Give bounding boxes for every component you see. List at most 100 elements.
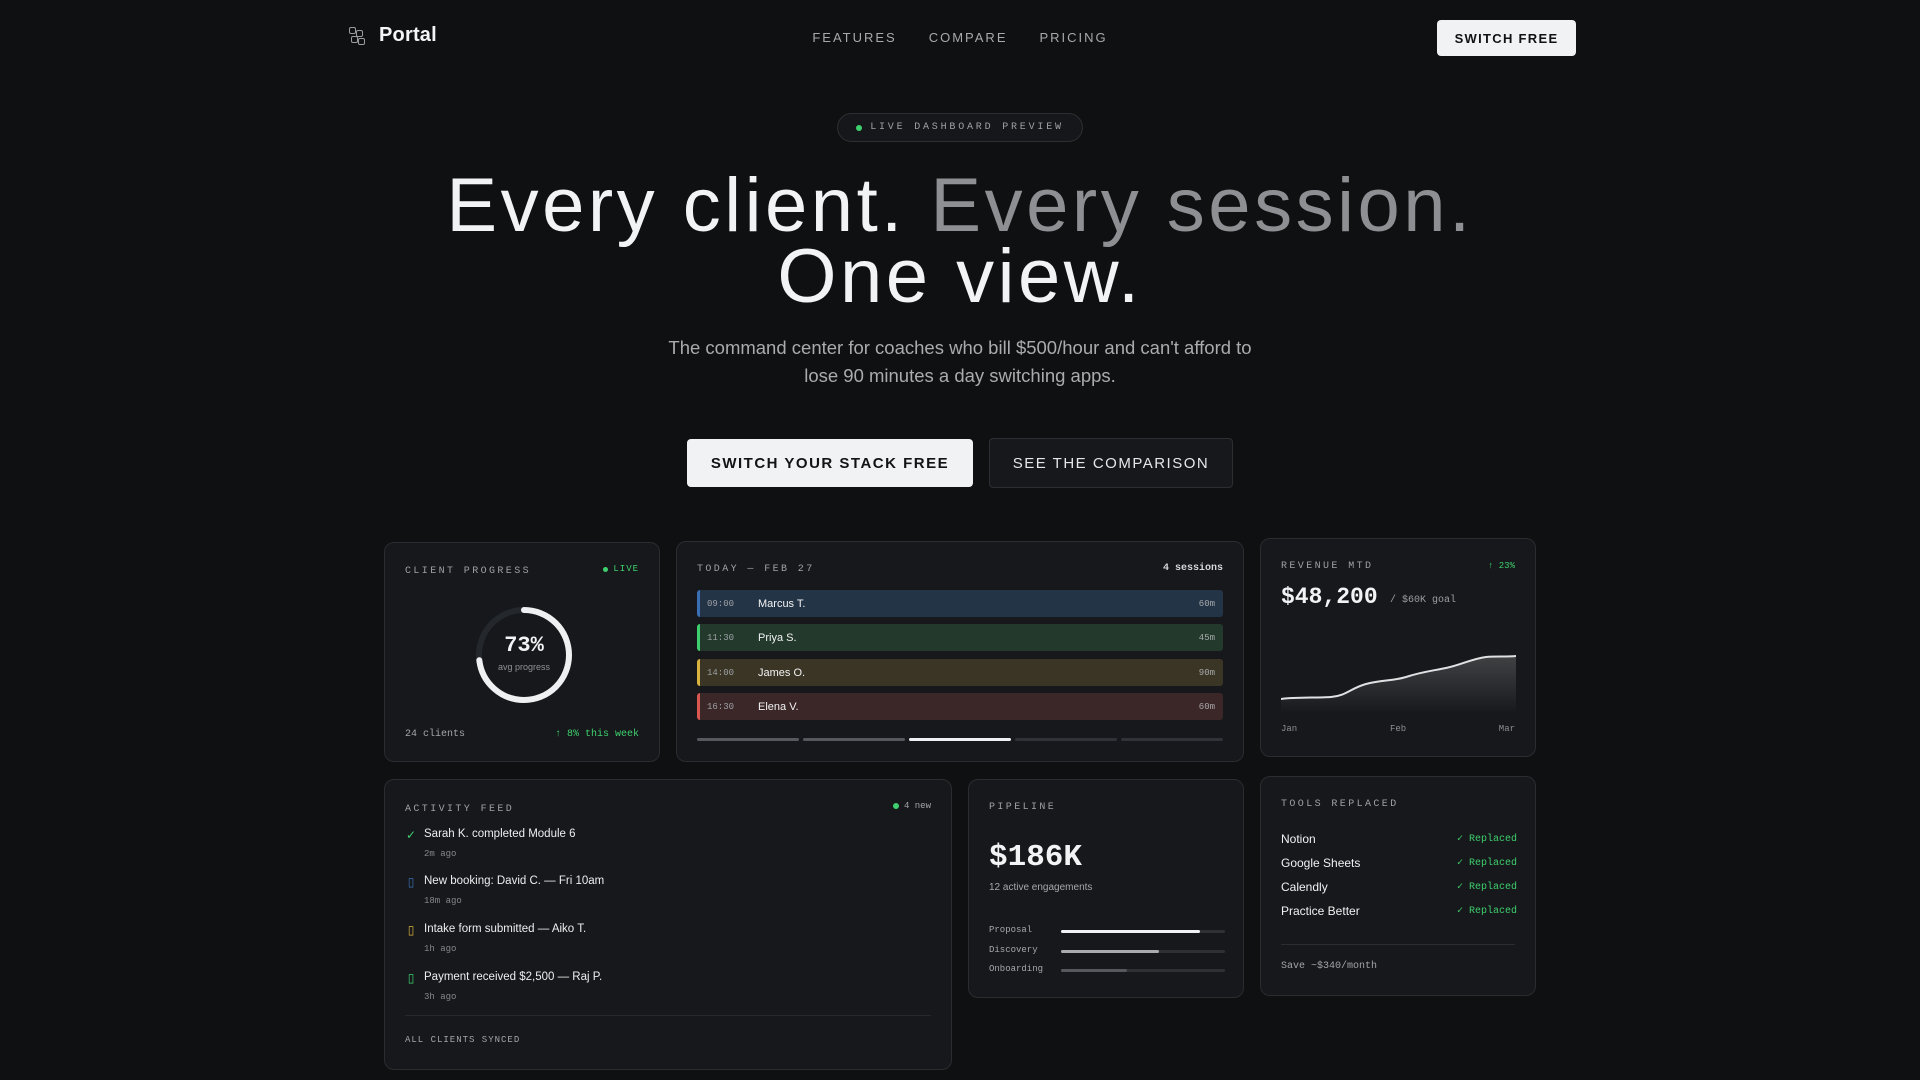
activity-item[interactable]: ▯ New booking: David C. — Fri 10am 18m a…	[405, 875, 925, 915]
session-row[interactable]: 14:00 James O. 90m	[697, 659, 1223, 686]
revenue-delta: ↑ 23%	[1487, 561, 1515, 571]
stage-track	[1061, 930, 1225, 933]
see-comparison-button[interactable]: SEE THE COMPARISON	[989, 438, 1233, 488]
session-time: 09:00	[707, 598, 735, 609]
tool-status: ✓ Replaced	[1456, 882, 1517, 893]
session-row[interactable]: 16:30 Elena V. 60m	[697, 693, 1223, 720]
pipeline-amount: $186K	[989, 840, 1083, 875]
session-client: Priya S.	[758, 631, 797, 644]
card-title: PIPELINE	[989, 802, 1057, 813]
pipeline-stage: Discovery	[989, 945, 1225, 957]
session-count: 4 sessions	[1162, 563, 1223, 574]
calendar-icon: ▯	[407, 875, 415, 889]
client-progress-card: CLIENT PROGRESS LIVE 73% avg progress 24…	[384, 542, 660, 762]
session-duration: 90m	[1198, 667, 1215, 678]
live-dot-icon	[856, 124, 863, 131]
session-client: James O.	[758, 666, 806, 679]
tool-row: Practice Better ✓ Replaced	[1281, 904, 1517, 920]
activity-item[interactable]: ▯ Payment received $2,500 — Raj P. 3h ag…	[405, 971, 925, 1011]
axis-label: Jan	[1281, 724, 1298, 734]
day-progress-segment	[1121, 738, 1223, 741]
stage-fill	[1061, 969, 1127, 972]
day-progress-segment	[803, 738, 905, 741]
status-dot-icon	[892, 803, 899, 809]
stage-label: Proposal	[989, 925, 1033, 935]
switch-stack-button[interactable]: SWITCH YOUR STACK FREE	[687, 439, 973, 487]
live-label: LIVE	[613, 564, 639, 574]
session-duration: 60m	[1198, 701, 1215, 712]
sync-status: ALL CLIENTS SYNCED	[405, 1035, 521, 1045]
sparkline-area	[1281, 656, 1516, 714]
activity-time: 18m ago	[424, 896, 462, 906]
new-count: 4 new	[903, 801, 931, 811]
session-row[interactable]: 11:30 Priya S. 45m	[697, 624, 1223, 651]
activity-feed-card: ACTIVITY FEED 4 new ✓ Sarah K. completed…	[384, 779, 952, 1070]
card-title: TOOLS REPLACED	[1281, 799, 1399, 810]
session-duration: 45m	[1198, 632, 1215, 643]
session-client: Elena V.	[758, 700, 799, 713]
day-progress-segment	[697, 738, 799, 741]
tool-name: Notion	[1281, 832, 1316, 846]
tool-row: Notion ✓ Replaced	[1281, 832, 1517, 848]
switch-free-button[interactable]: SWITCH FREE	[1437, 20, 1576, 56]
session-time: 14:00	[707, 667, 735, 678]
tool-name: Practice Better	[1281, 904, 1360, 918]
pipeline-engagements: 12 active engagements	[989, 882, 1093, 893]
tool-status: ✓ Replaced	[1456, 906, 1517, 917]
activity-text: New booking: David C. — Fri 10am	[424, 875, 605, 887]
revenue-card: REVENUE MTD ↑ 23% $48,200 / $60K goal Ja…	[1260, 538, 1536, 757]
headline-part-c: One view.	[777, 234, 1143, 319]
activity-text: Payment received $2,500 — Raj P.	[424, 971, 603, 983]
client-count: 24 clients	[405, 729, 466, 740]
tool-row: Google Sheets ✓ Replaced	[1281, 856, 1517, 872]
savings-note: Save ~$340/month	[1281, 961, 1378, 972]
card-title: CLIENT PROGRESS	[405, 566, 532, 577]
tool-name: Calendly	[1281, 880, 1328, 894]
activity-item[interactable]: ✓ Sarah K. completed Module 6 2m ago	[405, 828, 925, 868]
session-client: Marcus T.	[758, 597, 806, 610]
card-title: REVENUE MTD	[1281, 561, 1374, 572]
top-nav: Portal FEATURES COMPARE PRICING SWITCH F…	[0, 0, 1920, 76]
avg-progress-label: avg progress	[497, 662, 551, 672]
divider	[405, 1015, 931, 1016]
stage-label: Discovery	[989, 945, 1038, 955]
session-row[interactable]: 09:00 Marcus T. 60m	[697, 590, 1223, 617]
tools-replaced-card: TOOLS REPLACED Notion ✓ Replaced Google …	[1260, 776, 1536, 996]
activity-time: 1h ago	[424, 944, 457, 954]
revenue-amount: $48,200	[1281, 584, 1378, 610]
avg-progress-value: 73%	[504, 633, 544, 658]
new-count-badge: 4 new	[892, 801, 931, 811]
badge-label: LIVE DASHBOARD PREVIEW	[870, 122, 1064, 133]
activity-time: 3h ago	[424, 992, 457, 1002]
revenue-goal: / $60K goal	[1390, 595, 1457, 606]
activity-item[interactable]: ▯ Intake form submitted — Aiko T. 1h ago	[405, 923, 925, 963]
axis-label: Feb	[1390, 724, 1407, 734]
card-title: TODAY — FEB 27	[697, 564, 815, 575]
hero-subhead: The command center for coaches who bill …	[668, 337, 1252, 386]
day-progress-segment	[1015, 738, 1117, 741]
today-sessions-card: TODAY — FEB 27 4 sessions 09:00 Marcus T…	[676, 541, 1244, 762]
nav-link-pricing[interactable]: PRICING	[1039, 30, 1107, 45]
activity-text: Intake form submitted — Aiko T.	[424, 923, 587, 935]
stage-track	[1061, 950, 1225, 953]
session-time: 16:30	[707, 701, 735, 712]
nav-links: FEATURES COMPARE PRICING	[0, 30, 1920, 45]
divider	[1281, 944, 1515, 945]
live-dot-icon	[603, 566, 609, 572]
tool-status: ✓ Replaced	[1456, 858, 1517, 869]
check-icon: ✓	[405, 828, 417, 842]
stage-fill	[1061, 950, 1160, 953]
tool-name: Google Sheets	[1281, 856, 1361, 870]
tool-row: Calendly ✓ Replaced	[1281, 880, 1517, 896]
activity-text: Sarah K. completed Module 6	[424, 828, 576, 840]
tool-status: ✓ Replaced	[1456, 834, 1517, 845]
stage-fill	[1061, 930, 1201, 933]
session-duration: 60m	[1198, 598, 1215, 609]
pipeline-card: PIPELINE $186K 12 active engagements Pro…	[968, 779, 1244, 998]
hero-headline: Every client. Every session. One view.	[0, 168, 1920, 315]
weekly-delta: ↑ 8% this week	[554, 729, 639, 740]
nav-link-features[interactable]: FEATURES	[812, 30, 896, 45]
nav-link-compare[interactable]: COMPARE	[929, 30, 1008, 45]
form-icon: ▯	[407, 923, 415, 937]
stage-track	[1061, 969, 1225, 972]
